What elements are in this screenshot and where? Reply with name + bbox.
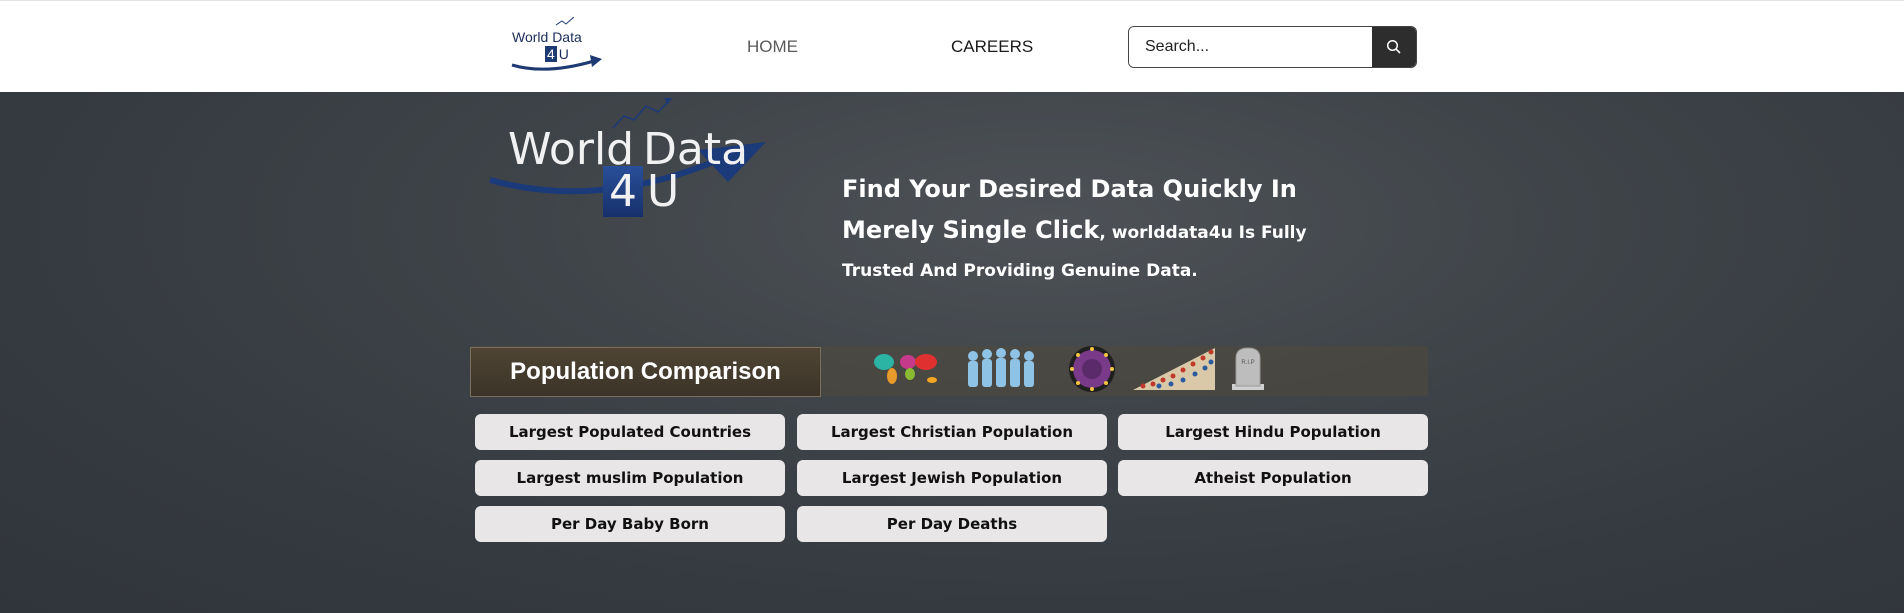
search-button[interactable]	[1372, 27, 1416, 67]
hero-logo: World Data 4U	[488, 50, 768, 217]
hero-tagline: Find Your Desired Data Quickly In Merely…	[842, 170, 1372, 290]
hero-logo-4u: 4U	[603, 166, 679, 217]
largest-christian-population-button[interactable]: Largest Christian Population	[797, 414, 1107, 450]
site-header: World Data 4U HOME CAREERS	[0, 0, 1904, 92]
people-crowd-icon	[968, 348, 1034, 387]
atheist-population-button[interactable]: Atheist Population	[1118, 460, 1428, 496]
search-bar	[1128, 26, 1417, 68]
largest-muslim-population-button[interactable]: Largest muslim Population	[475, 460, 785, 496]
svg-text:R.I.P: R.I.P	[1241, 360, 1254, 366]
world-map-icon	[874, 354, 937, 384]
religion-symbols-icon	[1069, 346, 1115, 392]
nav-careers-link[interactable]: CAREERS	[951, 37, 1033, 57]
largest-hindu-population-button[interactable]: Largest Hindu Population	[1118, 414, 1428, 450]
search-icon	[1386, 39, 1401, 54]
population-growth-icon	[1133, 348, 1215, 390]
population-comparison-title: Population Comparison	[470, 347, 821, 397]
per-day-deaths-button[interactable]: Per Day Deaths	[797, 506, 1107, 542]
largest-jewish-population-button[interactable]: Largest Jewish Population	[797, 460, 1107, 496]
largest-populated-countries-button[interactable]: Largest Populated Countries	[475, 414, 785, 450]
per-day-baby-born-button[interactable]: Per Day Baby Born	[475, 506, 785, 542]
logo-text-world-data: World Data	[512, 29, 582, 45]
search-input[interactable]	[1129, 27, 1373, 67]
tombstone-icon: R.I.P	[1232, 347, 1264, 390]
